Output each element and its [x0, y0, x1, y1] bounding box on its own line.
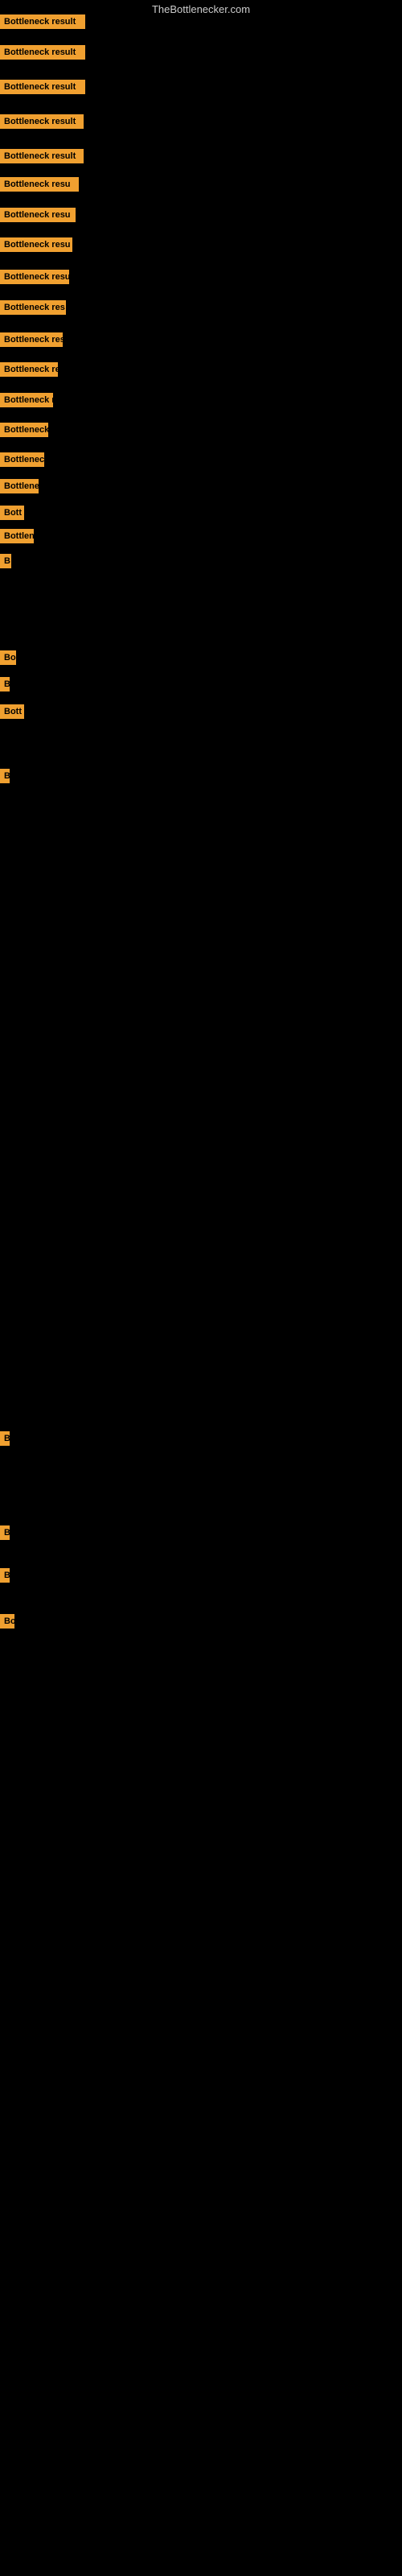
bottleneck-result-item: Bottleneck resu	[0, 208, 76, 222]
bottleneck-result-item: B	[0, 1525, 10, 1540]
bottleneck-result-item: Bottlen	[0, 529, 34, 543]
bottleneck-result-item: Bottleneck result	[0, 14, 85, 29]
bottleneck-result-item: Bottlenec	[0, 479, 39, 493]
bottleneck-result-item: Bottleneck r	[0, 452, 44, 467]
bottleneck-result-item: B	[0, 1568, 10, 1583]
bottleneck-result-item: Bottleneck re	[0, 423, 48, 437]
bottleneck-result-item: Bottleneck re	[0, 362, 58, 377]
bottleneck-result-item: Bottleneck result	[0, 45, 85, 60]
bottleneck-result-item: Bo	[0, 1614, 14, 1629]
bottleneck-result-item: Bott	[0, 506, 24, 520]
bottleneck-result-item: Bottleneck result	[0, 149, 84, 163]
bottleneck-result-item: Bott	[0, 704, 24, 719]
bottleneck-result-item: Bottleneck resu	[0, 177, 79, 192]
bottleneck-result-item: Bottleneck resu	[0, 270, 69, 284]
bottleneck-result-item: Bottleneck res	[0, 332, 63, 347]
bottleneck-result-item: Bottleneck resu	[0, 237, 72, 252]
bottleneck-result-item: Bo	[0, 650, 16, 665]
bottleneck-result-item: B	[0, 554, 11, 568]
bottleneck-result-item: Bottleneck res	[0, 300, 66, 315]
bottleneck-result-item: B	[0, 677, 10, 691]
bottleneck-result-item: Bottleneck result	[0, 114, 84, 129]
bottleneck-result-item: B	[0, 1431, 10, 1446]
bottleneck-result-item: B	[0, 769, 10, 783]
bottleneck-result-item: Bottleneck re	[0, 393, 53, 407]
bottleneck-result-item: Bottleneck result	[0, 80, 85, 94]
